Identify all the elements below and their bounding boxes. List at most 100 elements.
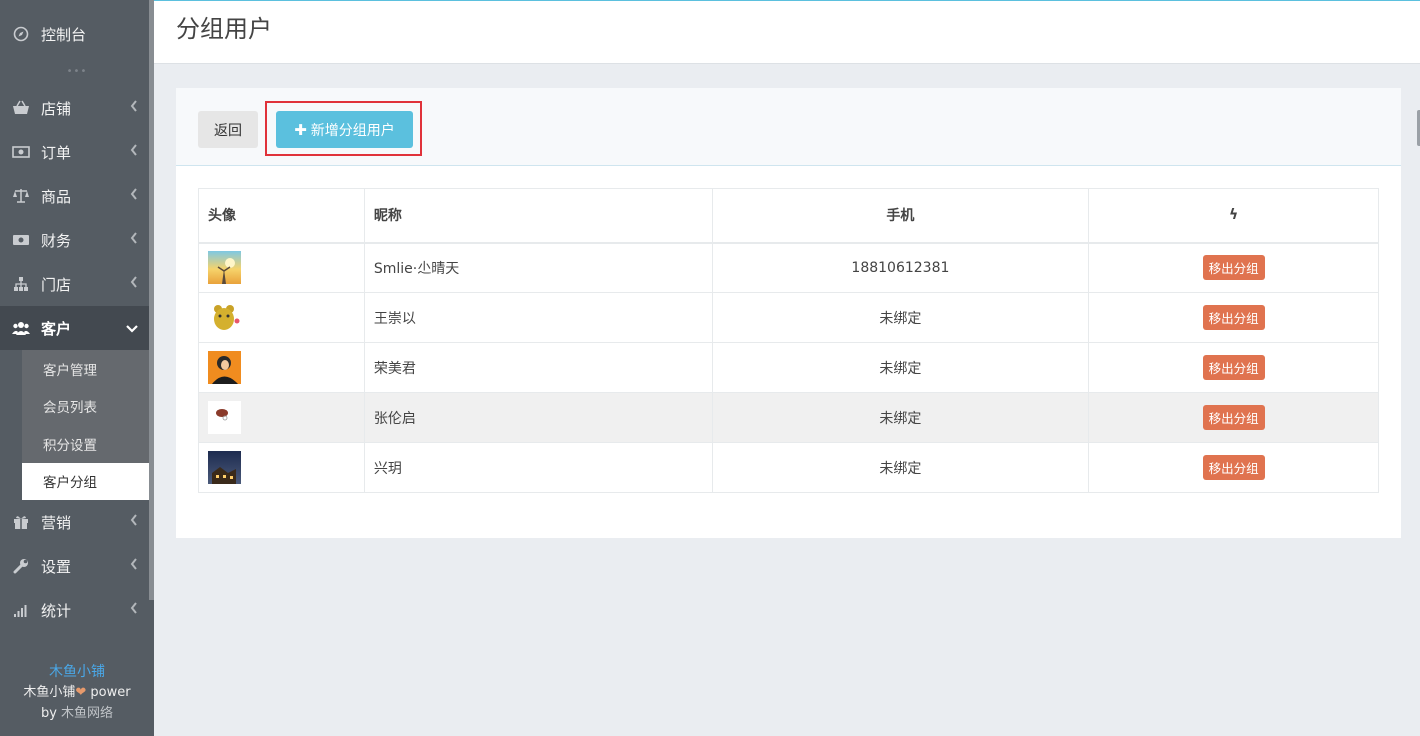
- avatar-cell: [198, 292, 365, 343]
- compass-icon: [12, 25, 30, 43]
- sidebar-item-orders[interactable]: 订单: [0, 130, 154, 174]
- customers-submenu: 客户管理 会员列表 积分设置 客户分组: [0, 350, 154, 500]
- divider-dots: •••: [66, 65, 88, 77]
- remove-from-group-button[interactable]: 移出分组: [1202, 305, 1265, 330]
- sidebar-item-label: 商品: [41, 187, 72, 206]
- sidebar-item-dashboard[interactable]: 控制台: [0, 12, 154, 56]
- table-row: Smlie·尐晴天 18810612381 移出分组: [198, 242, 1379, 293]
- sidebar-item-label: 店铺: [41, 99, 72, 118]
- sidebar-item-statistics[interactable]: 统计: [0, 588, 154, 632]
- nickname-cell: 王崇以: [363, 292, 713, 343]
- table-row: 荣美君 未绑定 移出分组: [198, 342, 1379, 393]
- table-header-row: 头像 昵称 手机 ϟ: [198, 188, 1379, 244]
- footer-by: by 木鱼网络: [40, 706, 114, 721]
- bolt-icon: ϟ: [1229, 207, 1239, 224]
- chevron-left-icon: [130, 558, 138, 574]
- table-row: 王崇以 未绑定 移出分组: [198, 292, 1379, 343]
- chevron-left-icon: [130, 602, 138, 618]
- sidebar-item-customers[interactable]: 客户: [0, 306, 154, 350]
- sidebar-item-label: 控制台: [41, 25, 87, 44]
- sidebar-subitem-member-list[interactable]: 会员列表: [22, 388, 154, 426]
- sidebar-item-label: 营销: [41, 513, 72, 532]
- sidebar-item-label: 统计: [41, 601, 72, 620]
- top-bar: 分组用户: [154, 0, 1420, 64]
- chevron-left-icon: [130, 514, 138, 530]
- phone-cell: 未绑定: [711, 292, 1090, 343]
- avatar-cell: [198, 392, 365, 443]
- cash-icon: [12, 231, 30, 249]
- gift-icon: [12, 513, 30, 531]
- back-button[interactable]: 返回: [198, 111, 258, 148]
- balance-scale-icon: [12, 187, 30, 205]
- sidebar-subitem-customer-management[interactable]: 客户管理: [22, 350, 154, 388]
- signal-icon: [12, 601, 30, 619]
- sidebar-item-label: 订单: [41, 143, 72, 162]
- sidebar-item-settings[interactable]: 设置: [0, 544, 154, 588]
- footer-brand[interactable]: 木鱼小铺: [0, 662, 154, 682]
- nickname-cell: 兴玥: [363, 442, 713, 493]
- phone-cell: 未绑定: [711, 342, 1090, 393]
- chevron-left-icon: [130, 144, 138, 160]
- heart-icon: ❤: [75, 685, 87, 700]
- avatar-cell: [198, 442, 365, 493]
- sidebar-item-label: 客户: [41, 319, 72, 338]
- chevron-left-icon: [130, 276, 138, 292]
- remove-from-group-button[interactable]: 移出分组: [1202, 405, 1265, 430]
- action-cell: 移出分组: [1088, 292, 1379, 343]
- table-row: 张伦启 未绑定 移出分组: [198, 392, 1379, 443]
- sidebar-item-label: 门店: [41, 275, 72, 294]
- avatar: [208, 451, 241, 484]
- page-title: 分组用户: [176, 15, 272, 43]
- sidebar-item-finance[interactable]: 财务: [0, 218, 154, 262]
- col-header-avatar: 头像: [198, 188, 365, 244]
- sidebar-item-stores[interactable]: 门店: [0, 262, 154, 306]
- chevron-left-icon: [130, 100, 138, 116]
- nickname-cell: 张伦启: [363, 392, 713, 443]
- phone-cell: 未绑定: [711, 442, 1090, 493]
- avatar: [208, 251, 241, 285]
- sitemap-icon: [12, 275, 30, 293]
- sidebar-item-shop[interactable]: 店铺: [0, 86, 154, 130]
- avatar: [208, 301, 241, 334]
- action-cell: 移出分组: [1088, 392, 1379, 443]
- nickname-cell: 荣美君: [363, 342, 713, 393]
- money-icon: [12, 143, 30, 161]
- plus-icon: ✚: [294, 120, 307, 139]
- action-cell: 移出分组: [1088, 242, 1379, 293]
- avatar: [208, 401, 241, 434]
- chevron-down-icon: [126, 321, 138, 337]
- col-header-nickname: 昵称: [363, 188, 713, 244]
- sidebar-subitem-points-settings[interactable]: 积分设置: [22, 425, 154, 463]
- sidebar-subitem-customer-groups[interactable]: 客户分组: [22, 462, 154, 500]
- col-header-action: ϟ: [1088, 188, 1379, 244]
- avatar-cell: [198, 342, 365, 393]
- action-cell: 移出分组: [1088, 442, 1379, 493]
- col-header-phone: 手机: [711, 188, 1090, 244]
- remove-from-group-button[interactable]: 移出分组: [1202, 255, 1265, 281]
- chevron-left-icon: [130, 232, 138, 248]
- footer-power: 木鱼小铺❤ power: [23, 685, 131, 700]
- sidebar-item-marketing[interactable]: 营销: [0, 500, 154, 544]
- users-icon: [12, 319, 30, 337]
- chevron-left-icon: [130, 188, 138, 204]
- panel-toolbar: 返回 ✚ 新增分组用户: [176, 88, 1401, 166]
- phone-cell: 未绑定: [711, 392, 1090, 443]
- sidebar-footer: 木鱼小铺 木鱼小铺❤ power by 木鱼网络: [0, 656, 154, 736]
- action-cell: 移出分组: [1088, 342, 1379, 393]
- add-group-user-button[interactable]: ✚ 新增分组用户: [276, 111, 413, 148]
- add-group-user-label: 新增分组用户: [310, 122, 395, 139]
- remove-from-group-button[interactable]: 移出分组: [1202, 455, 1265, 480]
- sidebar-item-label: 财务: [41, 231, 72, 250]
- group-users-table: 头像 昵称 手机 ϟ Smlie·尐晴天 18810612381 移出分组 王崇…: [198, 188, 1379, 493]
- phone-cell: 18810612381: [711, 242, 1090, 293]
- sidebar-scrollbar[interactable]: [149, 0, 154, 600]
- basket-icon: [12, 99, 30, 117]
- wrench-icon: [12, 557, 30, 575]
- sidebar-item-products[interactable]: 商品: [0, 174, 154, 218]
- avatar: [208, 351, 241, 384]
- nickname-cell: Smlie·尐晴天: [363, 242, 713, 293]
- sidebar-item-label: 设置: [41, 557, 72, 576]
- table-row: 兴玥 未绑定 移出分组: [198, 442, 1379, 493]
- avatar-cell: [198, 242, 365, 293]
- remove-from-group-button[interactable]: 移出分组: [1202, 355, 1265, 380]
